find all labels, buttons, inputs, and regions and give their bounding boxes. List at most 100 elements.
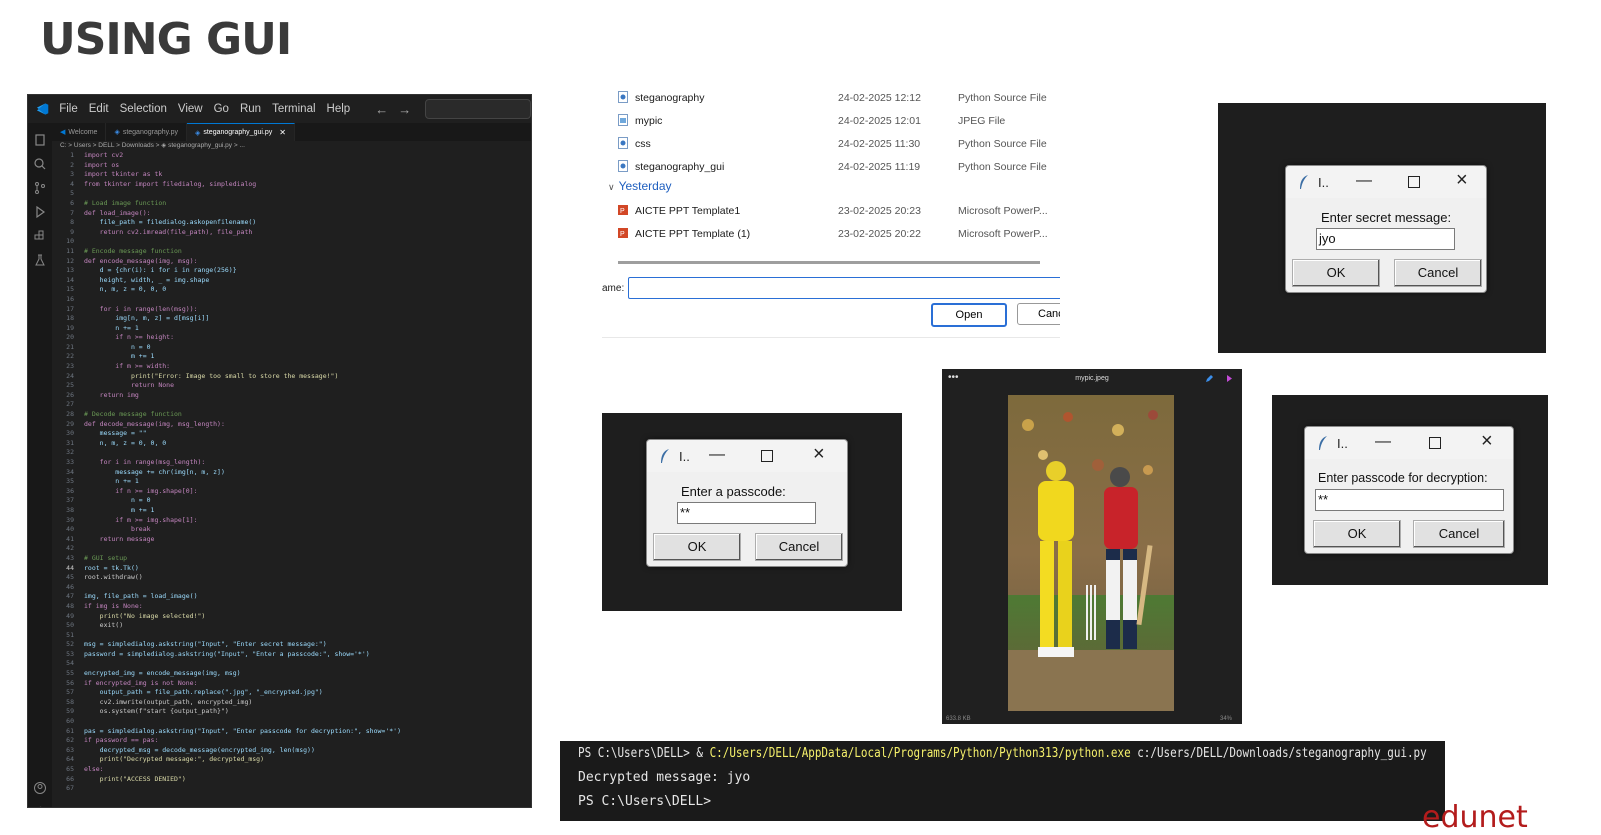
- open-button[interactable]: Open: [931, 303, 1007, 327]
- code-line[interactable]: 9 return cv2.imread(file_path), file_pat…: [52, 228, 531, 238]
- breadcrumb[interactable]: C: > Users > DELL > Downloads > ◈ stegan…: [60, 141, 245, 149]
- code-line[interactable]: 59 os.system(f"start {output_path}"): [52, 707, 531, 717]
- code-line[interactable]: 10: [52, 237, 531, 247]
- code-line[interactable]: 62 if password == pas:: [52, 736, 531, 746]
- code-line[interactable]: 5: [52, 189, 531, 199]
- code-line[interactable]: 57 output_path = file_path.replace(".jpg…: [52, 688, 531, 698]
- close-tab-icon[interactable]: ✕: [279, 128, 286, 137]
- close-icon[interactable]: ×: [1481, 430, 1493, 453]
- code-line[interactable]: 16: [52, 295, 531, 305]
- code-line[interactable]: 32: [52, 448, 531, 458]
- close-icon[interactable]: ×: [1456, 169, 1468, 192]
- edit-icon[interactable]: [1205, 374, 1214, 383]
- code-line[interactable]: 43 # GUI setup: [52, 554, 531, 564]
- code-line[interactable]: 66 print("ACCESS DENIED"): [52, 775, 531, 785]
- explorer-icon[interactable]: [33, 133, 47, 147]
- copilot-icon[interactable]: [1225, 374, 1234, 383]
- code-line[interactable]: 37 n = 0: [52, 496, 531, 506]
- code-line[interactable]: 21 n = 0: [52, 343, 531, 353]
- secret-message-input[interactable]: jyo: [1316, 228, 1455, 250]
- code-line[interactable]: 42: [52, 544, 531, 554]
- code-line[interactable]: 34 message += chr(img[n, m, z]): [52, 468, 531, 478]
- code-line[interactable]: 18 img[n, m, z] = d[msg[i]]: [52, 314, 531, 324]
- menu-edit[interactable]: Edit: [89, 103, 109, 115]
- code-line[interactable]: 39 if m >= img.shape[1]:: [52, 516, 531, 526]
- code-line[interactable]: 8 file_path = filedialog.askopenfilename…: [52, 218, 531, 228]
- code-line[interactable]: 24 print("Error: Image too small to stor…: [52, 372, 531, 382]
- code-line[interactable]: 61 pas = simpledialog.askstring("Input", …: [52, 727, 531, 737]
- code-line[interactable]: 25 return None: [52, 381, 531, 391]
- code-line[interactable]: 12 def encode_message(img, msg):: [52, 257, 531, 267]
- code-line[interactable]: 48 if img is None:: [52, 602, 531, 612]
- menu-terminal[interactable]: Terminal: [272, 103, 315, 115]
- code-line[interactable]: 20 if n >= height:: [52, 333, 531, 343]
- code-line[interactable]: 45 root.withdraw(): [52, 573, 531, 583]
- code-line[interactable]: 11 # Encode message function: [52, 247, 531, 257]
- menu-help[interactable]: Help: [327, 103, 351, 115]
- code-line[interactable]: 54: [52, 659, 531, 669]
- code-line[interactable]: 27: [52, 400, 531, 410]
- cancel-button[interactable]: Cancel: [1413, 520, 1505, 548]
- code-line[interactable]: 33 for i in range(msg_length):: [52, 458, 531, 468]
- code-line[interactable]: 47 img, file_path = load_image(): [52, 592, 531, 602]
- ok-button[interactable]: OK: [1313, 520, 1401, 548]
- code-line[interactable]: 17 for i in range(len(msg)):: [52, 305, 531, 315]
- code-line[interactable]: 30 message = "": [52, 429, 531, 439]
- code-line[interactable]: 22 m += 1: [52, 352, 531, 362]
- file-row[interactable]: P AICTE PPT Template (1) 23-02-2025 20:22 M…: [602, 223, 1060, 245]
- file-row[interactable]: steganography_gui 24-02-2025 11:19 Python …: [602, 156, 1060, 178]
- code-line[interactable]: 36 if n >= img.shape[0]:: [52, 487, 531, 497]
- passcode-input[interactable]: **: [677, 502, 816, 524]
- minimize-icon[interactable]: —: [1375, 433, 1391, 451]
- menu-selection[interactable]: Selection: [120, 103, 167, 115]
- code-line[interactable]: 50 exit(): [52, 621, 531, 631]
- back-arrow-icon[interactable]: ←: [375, 102, 388, 117]
- tab-welcome[interactable]: ◀ Welcome: [52, 123, 107, 141]
- horizontal-scrollbar[interactable]: [618, 261, 1040, 264]
- code-line[interactable]: 60: [52, 717, 531, 727]
- code-line[interactable]: 64 print("Decrypted message:", decrypted…: [52, 755, 531, 765]
- testing-icon[interactable]: [33, 253, 47, 267]
- ok-button[interactable]: OK: [653, 533, 741, 561]
- code-line[interactable]: 23 if m >= width:: [52, 362, 531, 372]
- code-line[interactable]: 49 print("No image selected!"): [52, 612, 531, 622]
- code-line[interactable]: 7 def load_image():: [52, 209, 531, 219]
- maximize-icon[interactable]: [761, 450, 773, 462]
- code-line[interactable]: 53 password = simpledialog.askstring("Inp…: [52, 650, 531, 660]
- code-line[interactable]: 55 encrypted_img = encode_message(img, ms…: [52, 669, 531, 679]
- code-editor[interactable]: 1 import cv2 2 import os 3 import tkinter as …: [52, 151, 531, 794]
- code-line[interactable]: 26 return img: [52, 391, 531, 401]
- tab-steganography[interactable]: ◈ steganography.py: [106, 123, 187, 141]
- extensions-icon[interactable]: [33, 229, 47, 243]
- menu-run[interactable]: Run: [240, 103, 261, 115]
- code-line[interactable]: 29 def decode_message(img, msg_length):: [52, 420, 531, 430]
- file-row[interactable]: mypic 24-02-2025 12:01 JPEG File: [602, 110, 1060, 132]
- code-line[interactable]: 28 # Decode message function: [52, 410, 531, 420]
- command-center-search[interactable]: [425, 99, 531, 119]
- account-icon[interactable]: [33, 781, 47, 795]
- run-debug-icon[interactable]: [33, 205, 47, 219]
- forward-arrow-icon[interactable]: →: [398, 102, 411, 117]
- code-line[interactable]: 6 # Load image function: [52, 199, 531, 209]
- maximize-icon[interactable]: [1429, 437, 1441, 449]
- search-icon[interactable]: [33, 157, 47, 171]
- code-line[interactable]: 31 n, m, z = 0, 0, 0: [52, 439, 531, 449]
- filename-input[interactable]: [628, 277, 1060, 299]
- code-line[interactable]: 58 cv2.imwrite(output_path, encrypted_im…: [52, 698, 531, 708]
- code-line[interactable]: 51: [52, 631, 531, 641]
- zoom-level[interactable]: 34%: [1220, 716, 1232, 722]
- cancel-button[interactable]: Cancel: [755, 533, 843, 561]
- code-line[interactable]: 40 break: [52, 525, 531, 535]
- code-line[interactable]: 19 n += 1: [52, 324, 531, 334]
- code-line[interactable]: 15 n, m, z = 0, 0, 0: [52, 285, 531, 295]
- code-line[interactable]: 13 d = {chr(i): i for i in range(256)}: [52, 266, 531, 276]
- cancel-button[interactable]: Cancel: [1394, 259, 1482, 287]
- menu-view[interactable]: View: [178, 103, 203, 115]
- code-line[interactable]: 41 return message: [52, 535, 531, 545]
- minimize-icon[interactable]: —: [709, 446, 725, 464]
- close-icon[interactable]: ×: [813, 443, 825, 466]
- code-line[interactable]: 38 m += 1: [52, 506, 531, 516]
- code-line[interactable]: 56 if encrypted_img is not None:: [52, 679, 531, 689]
- code-line[interactable]: 1 import cv2: [52, 151, 531, 161]
- code-line[interactable]: 35 n += 1: [52, 477, 531, 487]
